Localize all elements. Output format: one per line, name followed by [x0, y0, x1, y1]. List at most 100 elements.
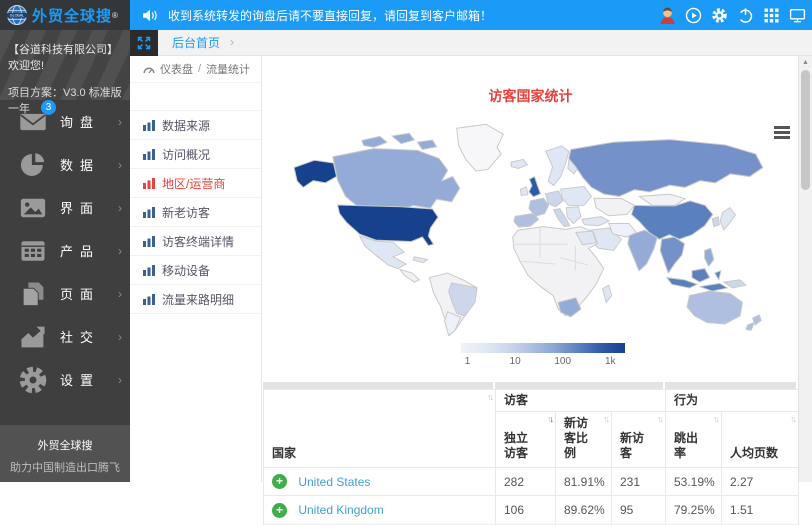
- map-country-united-kingdom[interactable]: [529, 177, 541, 197]
- speaker-icon: [142, 8, 158, 23]
- sort-icon: [713, 415, 718, 424]
- stats-item-region-carrier[interactable]: 地区/运营商: [130, 169, 261, 198]
- stats-breadcrumb: 仪表盘 / 流量统计: [130, 56, 261, 83]
- stats-item-label: 数据来源: [162, 117, 210, 134]
- group-header-visitors: 访客: [496, 390, 666, 412]
- stats-item-visit-overview[interactable]: 访问概况: [130, 140, 261, 169]
- sort-desc-icon: [547, 415, 552, 424]
- bar-chart-icon: [143, 294, 155, 305]
- stats-item-label: 地区/运营商: [162, 175, 225, 192]
- sidebar-item-social[interactable]: 社交: [0, 315, 130, 358]
- map-country-russia[interactable]: [569, 140, 763, 197]
- product-grid-icon: [18, 236, 48, 266]
- play-circle-button[interactable]: [680, 0, 706, 30]
- bar-chart-icon: [143, 207, 155, 218]
- footer-brand: 外贸全球搜: [0, 437, 130, 453]
- map-country-japan[interactable]: [720, 208, 735, 230]
- breadcrumb-home-link[interactable]: 后台首页: [172, 36, 220, 50]
- column-header-bounce-rate[interactable]: 跳出率: [666, 412, 722, 468]
- country-link[interactable]: United Kingdom: [298, 503, 383, 517]
- announcement-bar: 收到系统转发的询盘后请不要直接回复，请回复到客户邮箱！: [142, 0, 492, 30]
- scrollbar-thumb[interactable]: [801, 70, 810, 190]
- app-logo[interactable]: GLOBAL 外贸全球搜 ®: [0, 0, 130, 30]
- bounce-rate-cell: 79.25%: [666, 496, 722, 524]
- chevron-right-icon: [118, 330, 122, 344]
- sidebar-item-label: 页面: [60, 284, 100, 303]
- announcement-text: 收到系统转发的询盘后请不要直接回复，请回复到客户邮箱！: [168, 7, 492, 24]
- scroll-up-arrow-icon[interactable]: ▲: [799, 56, 812, 66]
- stats-item-label: 流量来路明细: [162, 291, 234, 308]
- sort-icon: [790, 415, 795, 424]
- fullscreen-expand-button[interactable]: [130, 30, 158, 56]
- sidebar-item-label: 社交: [60, 327, 100, 346]
- dashboard-gauge-icon: [143, 64, 155, 75]
- column-header-new-visitor-ratio[interactable]: 新访客比例: [556, 412, 612, 468]
- map-country-united-states[interactable]: [338, 205, 438, 246]
- inquiry-count-badge: 3: [41, 100, 56, 115]
- table-row: United Kingdom 106 89.62% 95 79.25% 1.51: [264, 496, 799, 524]
- breadcrumb-separator: /: [198, 63, 201, 75]
- map-country-spain[interactable]: [514, 214, 539, 228]
- map-country-india[interactable]: [628, 230, 657, 271]
- map-country-ireland: [520, 187, 528, 196]
- map-region-southeast-asia[interactable]: [660, 237, 684, 273]
- map-country-cuba: [413, 257, 427, 263]
- breadcrumb-traffic-stats[interactable]: 流量统计: [206, 61, 250, 77]
- svg-text:GLOBAL: GLOBAL: [10, 14, 24, 18]
- power-button[interactable]: [732, 0, 758, 30]
- map-region-central-america: [400, 269, 419, 282]
- sort-icon: [657, 415, 662, 424]
- monitor-button[interactable]: [784, 0, 810, 30]
- legend-tick: 100: [554, 356, 571, 367]
- sidebar-item-interface[interactable]: 界面: [0, 186, 130, 229]
- vertical-scrollbar[interactable]: ▲: [798, 56, 812, 482]
- column-header-pages-per-visit[interactable]: 人均页数: [722, 412, 799, 468]
- legend-tick: 1k: [605, 356, 616, 367]
- stats-item-terminal-details[interactable]: 访客终端详情: [130, 227, 261, 256]
- sidebar-item-page[interactable]: 页面: [0, 272, 130, 315]
- map-country-greenland[interactable]: [457, 124, 503, 171]
- sidebar-item-inquiry[interactable]: 3 询盘: [0, 100, 130, 143]
- sidebar-item-data[interactable]: 数据: [0, 143, 130, 186]
- unique-visitors-cell: 106: [496, 496, 556, 524]
- globe-logo-icon: GLOBAL: [6, 4, 28, 26]
- chevron-right-icon: [118, 158, 122, 172]
- expand-arrows-icon: [136, 35, 152, 51]
- column-header-country[interactable]: 国家: [264, 390, 496, 468]
- user-avatar[interactable]: [654, 0, 680, 30]
- main-content: 访客国家统计: [263, 56, 798, 482]
- country-stats-table: 国家 访客 行为 独立访客 新访客比例: [263, 389, 799, 525]
- column-header-unique-visitors[interactable]: 独立访客: [496, 412, 556, 468]
- sidebar-item-settings[interactable]: 设置: [0, 358, 130, 401]
- bar-chart-icon: [143, 265, 155, 276]
- sidebar-item-label: 界面: [60, 198, 100, 217]
- map-country-south-korea: [712, 217, 719, 227]
- envelope-icon: 3: [18, 107, 48, 137]
- main-sidebar: 【谷道科技有限公司】欢迎您! 项目方案：V3.0 标准版 一年 3 询盘 数据: [0, 30, 130, 482]
- map-region-alaska[interactable]: [294, 160, 336, 187]
- column-header-new-visitors[interactable]: 新访客: [612, 412, 666, 468]
- apps-grid-button[interactable]: [758, 0, 784, 30]
- welcome-company: 【谷道科技有限公司】欢迎您!: [8, 41, 122, 73]
- map-country-canada[interactable]: [333, 149, 460, 210]
- stats-item-traffic-sources[interactable]: 流量来路明细: [130, 285, 261, 314]
- stats-item-mobile-devices[interactable]: 移动设备: [130, 256, 261, 285]
- map-country-australia[interactable]: [687, 291, 743, 324]
- expand-row-button[interactable]: [272, 503, 287, 518]
- world-map: [285, 108, 790, 338]
- welcome-panel: 【谷道科技有限公司】欢迎您! 项目方案：V3.0 标准版 一年: [0, 30, 130, 100]
- sidebar-item-product[interactable]: 产品: [0, 229, 130, 272]
- new-visitors-cell: 95: [612, 496, 666, 524]
- stats-item-new-returning[interactable]: 新老访客: [130, 198, 261, 227]
- pie-chart-icon: [18, 150, 48, 180]
- map-legend: 1 10 100 1k: [461, 343, 625, 353]
- breadcrumb-dashboard[interactable]: 仪表盘: [160, 61, 193, 77]
- country-cell: United Kingdom: [264, 496, 496, 524]
- stats-item-data-source[interactable]: 数据来源: [130, 111, 261, 140]
- chevron-right-icon: [230, 30, 234, 56]
- top-header-bar: GLOBAL 外贸全球搜 ® 收到系统转发的询盘后请不要直接回复，请回复到客户邮…: [0, 0, 812, 30]
- chevron-right-icon: [118, 115, 122, 129]
- sidebar-item-label: 设置: [60, 370, 100, 389]
- stats-item-label: 移动设备: [162, 262, 210, 279]
- settings-gear-button[interactable]: [706, 0, 732, 30]
